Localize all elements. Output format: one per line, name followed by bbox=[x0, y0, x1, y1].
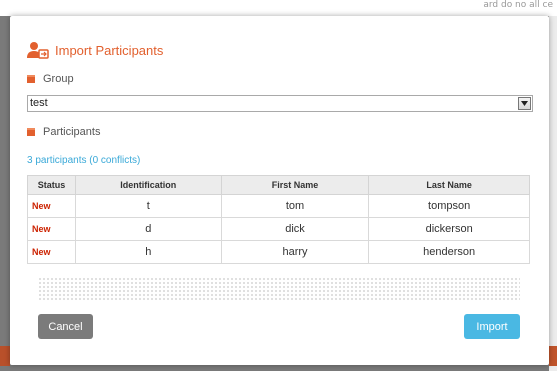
dialog-title: Import Participants bbox=[55, 42, 164, 58]
dialog-header: Import Participants bbox=[27, 41, 163, 59]
cancel-button[interactable]: Cancel bbox=[38, 314, 93, 339]
table-row[interactable]: New d dick dickerson bbox=[27, 217, 530, 241]
column-header-status[interactable]: Status bbox=[27, 175, 76, 195]
first-name-cell: dick bbox=[220, 217, 370, 241]
import-participants-dialog: Import Participants Group test Participa… bbox=[10, 16, 549, 365]
identification-cell: d bbox=[74, 217, 222, 241]
column-header-identification[interactable]: Identification bbox=[74, 175, 222, 195]
participants-label-text: Participants bbox=[43, 126, 101, 138]
status-badge: New bbox=[27, 240, 76, 264]
column-header-first-name[interactable]: First Name bbox=[220, 175, 370, 195]
last-name-cell: tompson bbox=[368, 194, 530, 218]
first-name-cell: tom bbox=[220, 194, 370, 218]
background-header: ard do no all ce bbox=[0, 0, 557, 16]
background-text: ard do no all ce bbox=[483, 0, 553, 10]
identification-cell: h bbox=[74, 240, 222, 264]
background-right-edge bbox=[549, 16, 557, 371]
section-bullet-icon bbox=[27, 75, 35, 83]
first-name-cell: harry bbox=[220, 240, 370, 264]
status-badge: New bbox=[27, 217, 76, 241]
identification-cell: t bbox=[74, 194, 222, 218]
last-name-cell: henderson bbox=[368, 240, 530, 264]
import-button[interactable]: Import bbox=[464, 314, 520, 339]
table-header-row: Status Identification First Name Last Na… bbox=[27, 175, 530, 195]
group-select-value: test bbox=[30, 97, 48, 109]
status-badge: New bbox=[27, 194, 76, 218]
section-bullet-icon bbox=[27, 128, 35, 136]
column-header-last-name[interactable]: Last Name bbox=[368, 175, 530, 195]
table-row[interactable]: New h harry henderson bbox=[27, 240, 530, 264]
participants-table: Status Identification First Name Last Na… bbox=[27, 175, 530, 264]
participants-summary-link[interactable]: 3 participants (0 conflicts) bbox=[27, 155, 140, 166]
background-orange-bar-left bbox=[0, 346, 10, 366]
table-row[interactable]: New t tom tompson bbox=[27, 194, 530, 218]
last-name-cell: dickerson bbox=[368, 217, 530, 241]
dropdown-arrow-icon[interactable] bbox=[518, 97, 531, 110]
background-orange-bar bbox=[549, 346, 557, 366]
dotted-placeholder-area bbox=[38, 277, 520, 301]
group-section-label: Group bbox=[27, 73, 74, 85]
participants-section-label: Participants bbox=[27, 126, 100, 138]
import-user-icon bbox=[27, 42, 49, 59]
group-select[interactable]: test bbox=[27, 95, 533, 112]
group-label-text: Group bbox=[43, 73, 74, 85]
